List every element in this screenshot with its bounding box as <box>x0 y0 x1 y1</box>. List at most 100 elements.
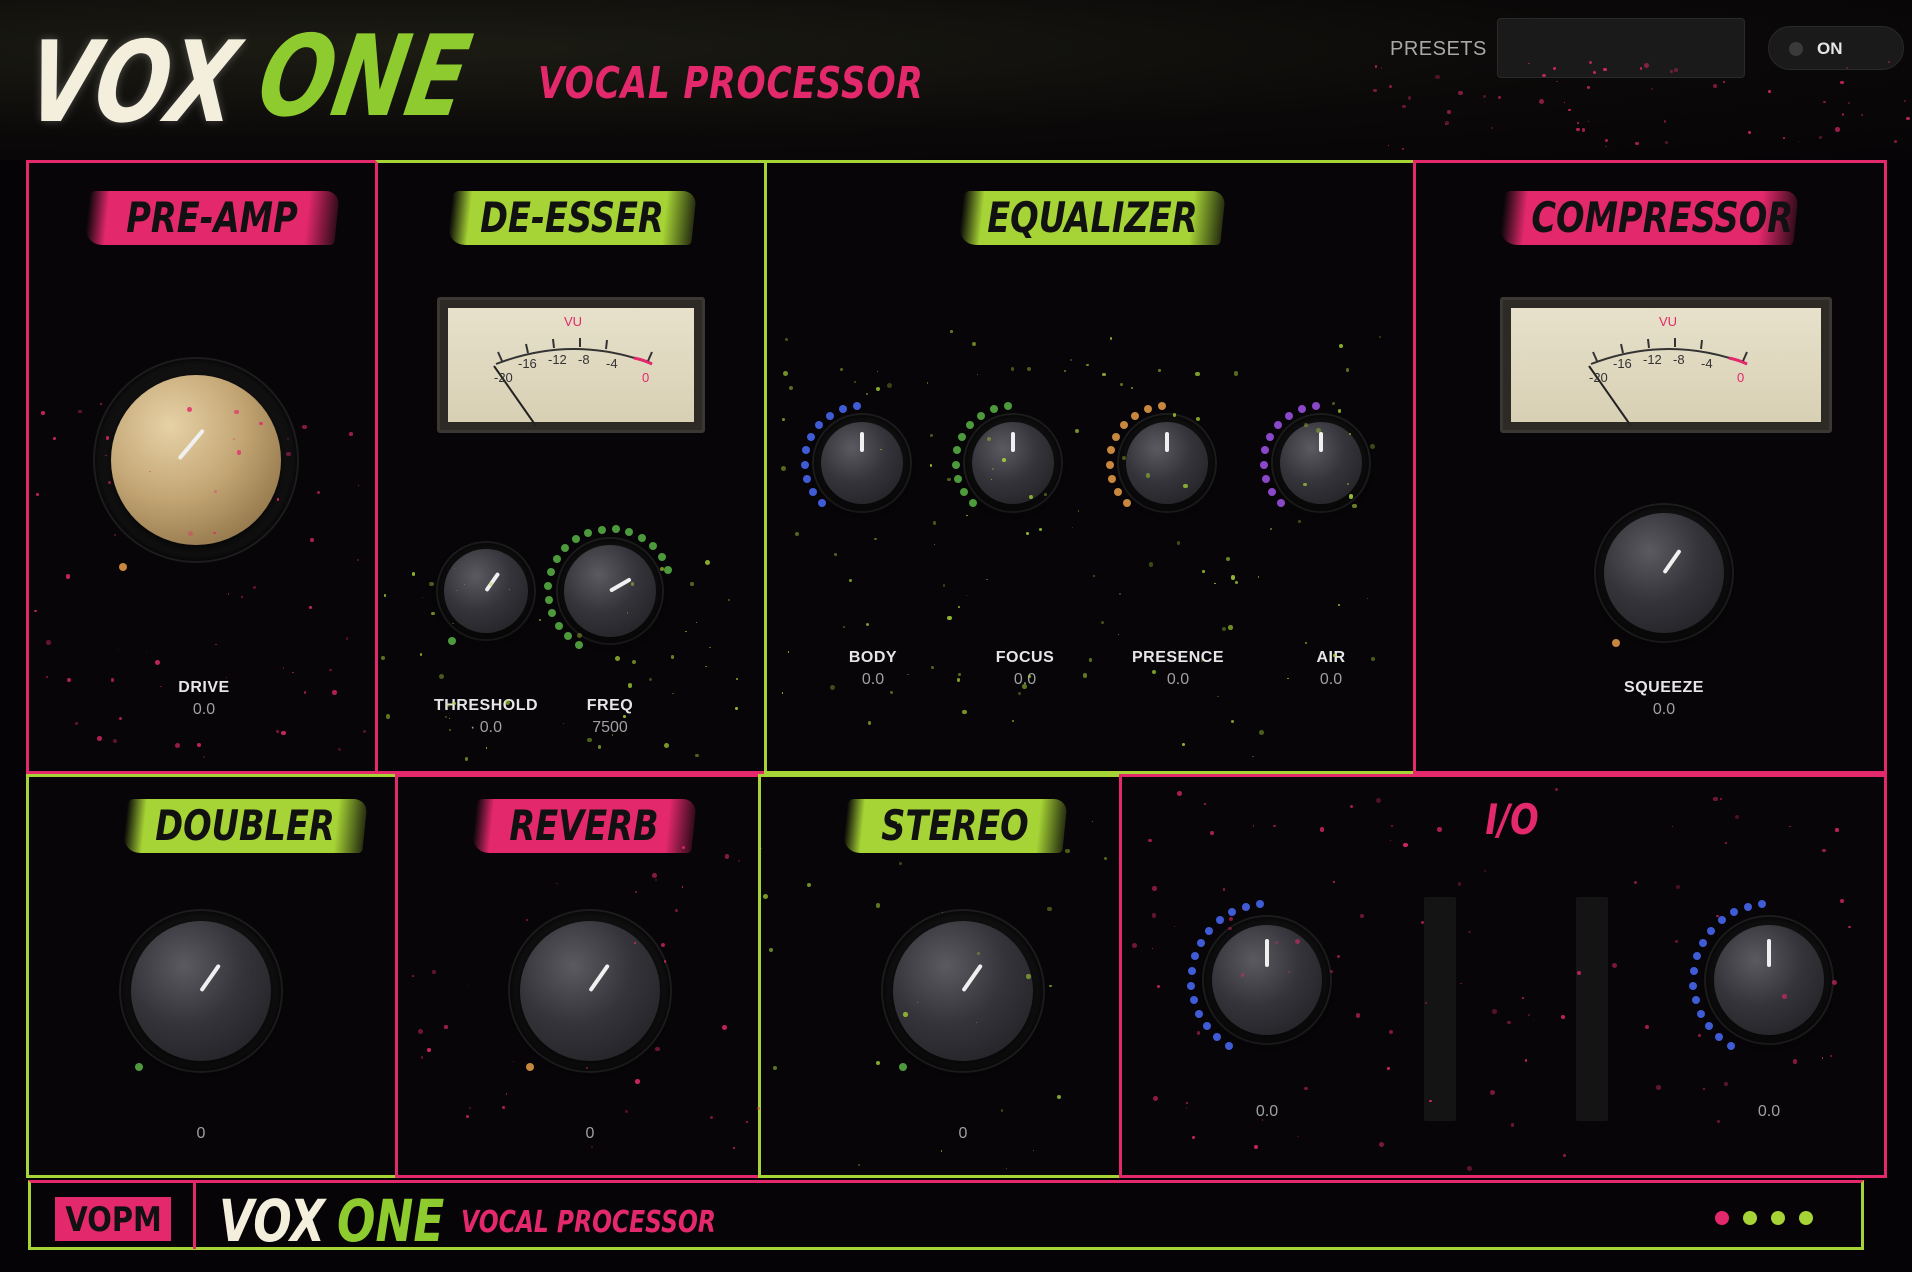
eq-presence-arc-dot <box>1120 421 1129 430</box>
drive-knob[interactable] <box>111 375 281 545</box>
footer-logo-sub: VOCAL PROCESSOR <box>461 1205 716 1240</box>
deesser-vu-tick: 0 <box>642 370 650 385</box>
input-arc-dot <box>1187 966 1196 975</box>
freq-pointer <box>609 577 632 593</box>
meter-left <box>1424 897 1456 1121</box>
eq-body-pointer <box>860 432 864 452</box>
eq-air-arc-dot <box>1274 421 1283 430</box>
deesser-vu-meter: VU -20 -16 -12 -8 -4 0 <box>437 297 705 433</box>
reverb-title: REVERB <box>471 793 697 859</box>
eq-presence-pointer <box>1165 432 1169 452</box>
eq-body-arc-dot <box>807 432 816 441</box>
input-arc-dot <box>1256 900 1265 909</box>
freq-arc-dot <box>554 621 563 630</box>
input-arc-dot <box>1215 916 1224 925</box>
stereo-led <box>899 1063 907 1071</box>
input-arc-dot <box>1202 1022 1211 1031</box>
output-arc-dot <box>1717 916 1726 925</box>
compressor-vu-tick: -8 <box>1673 352 1685 367</box>
freq-arc-dot <box>546 568 555 577</box>
doubler-knob[interactable] <box>131 921 271 1061</box>
eq-focus-arc-dot <box>977 411 986 420</box>
panel-stereo: STEREO 0 <box>758 774 1122 1178</box>
status-dot <box>1771 1211 1785 1225</box>
eq-presence-arc-dot <box>1158 402 1167 411</box>
eq-body-arc-dot <box>808 487 817 496</box>
stereo-title: STEREO <box>842 793 1068 859</box>
deesser-vu-tick: -16 <box>518 356 537 371</box>
eq-focus-arc-dot <box>959 487 968 496</box>
eq-body-arc-dot <box>839 405 848 414</box>
presets-dropdown[interactable] <box>1497 18 1745 78</box>
power-toggle[interactable]: ON <box>1768 26 1904 70</box>
panel-preamp: PRE-AMP DRIVE 0.0 <box>26 160 378 774</box>
threshold-knob[interactable] <box>444 549 528 633</box>
power-label: ON <box>1817 39 1843 58</box>
vopm-badge: VOPM <box>55 1197 171 1241</box>
eq-air-arc-dot <box>1260 460 1269 469</box>
eq-presence-label: PRESENCE <box>1131 649 1225 666</box>
drive-value: 0.0 <box>192 701 216 718</box>
output-arc-dot <box>1698 938 1707 947</box>
output-arc-dot <box>1689 966 1698 975</box>
deesser-vu-tick: -12 <box>548 352 567 367</box>
freq-arc-dot <box>584 528 593 537</box>
threshold-label: THRESHOLD <box>433 697 539 714</box>
deesser-vu-tick: -8 <box>578 352 590 367</box>
eq-presence-arc-dot <box>1144 405 1153 414</box>
eq-focus-arc-dot <box>954 474 963 483</box>
output-arc-dot <box>1727 1041 1735 1050</box>
freq-value: 7500 <box>592 719 628 736</box>
freq-arc-dot <box>649 542 658 551</box>
eq-air-arc-dot <box>1261 446 1270 455</box>
input-gain-knob[interactable] <box>1212 925 1322 1035</box>
input-arc-dot <box>1212 1033 1221 1042</box>
freq-knob[interactable] <box>564 545 656 637</box>
output-gain-knob[interactable] <box>1714 925 1824 1035</box>
eq-focus-arc-dot <box>953 446 962 455</box>
compressor-vu-label: VU <box>1659 314 1678 329</box>
equalizer-title: EQUALIZER <box>958 185 1226 251</box>
eq-body-value: 0.0 <box>861 671 885 688</box>
output-value: 0.0 <box>1757 1103 1781 1120</box>
reverb-value: 0 <box>585 1125 595 1142</box>
eq-presence-arc-dot <box>1112 432 1121 441</box>
output-arc-dot <box>1743 903 1752 911</box>
reverb-knob[interactable] <box>520 921 660 1061</box>
eq-presence-value: 0.0 <box>1166 671 1190 688</box>
eq-focus-arc-dot <box>952 460 961 469</box>
eq-focus-arc-dot <box>1004 402 1013 411</box>
panel-equalizer: EQUALIZER BODY 0.0 FOCUS 0.0 PRESENCE 0.… <box>764 160 1416 774</box>
compressor-vu-tick: -20 <box>1589 370 1608 385</box>
output-arc-dot <box>1697 1009 1705 1018</box>
stereo-knob[interactable] <box>893 921 1033 1061</box>
eq-presence-arc-dot <box>1131 411 1140 420</box>
eq-focus-label: FOCUS <box>995 649 1055 666</box>
threshold-led <box>448 637 456 645</box>
eq-air-knob[interactable] <box>1280 422 1362 504</box>
squeeze-led <box>1612 639 1620 647</box>
squeeze-value: 0.0 <box>1652 701 1676 718</box>
freq-arc-dot <box>544 581 553 590</box>
freq-arc-dot <box>664 565 673 574</box>
squeeze-knob[interactable] <box>1604 513 1724 633</box>
input-arc-dot <box>1190 952 1199 961</box>
stereo-pointer <box>961 963 983 993</box>
freq-arc-dot <box>552 555 561 564</box>
deesser-vu-tick: -20 <box>494 370 513 385</box>
eq-air-arc-dot <box>1276 499 1285 508</box>
power-led <box>1789 42 1803 56</box>
panel-reverb: REVERB 0 <box>395 774 761 1178</box>
threshold-pointer <box>484 571 501 593</box>
output-arc-dot <box>1707 926 1716 935</box>
eq-focus-arc-dot <box>990 405 999 414</box>
eq-focus-knob[interactable] <box>972 422 1054 504</box>
eq-presence-knob[interactable] <box>1126 422 1208 504</box>
footer-logo-one: ONE <box>337 1187 445 1255</box>
drive-label: DRIVE <box>178 679 230 696</box>
eq-body-knob[interactable] <box>821 422 903 504</box>
eq-air-arc-dot <box>1285 411 1294 420</box>
input-arc-dot <box>1187 981 1196 990</box>
freq-label: FREQ <box>586 697 634 714</box>
deesser-vu-label: VU <box>564 314 583 329</box>
